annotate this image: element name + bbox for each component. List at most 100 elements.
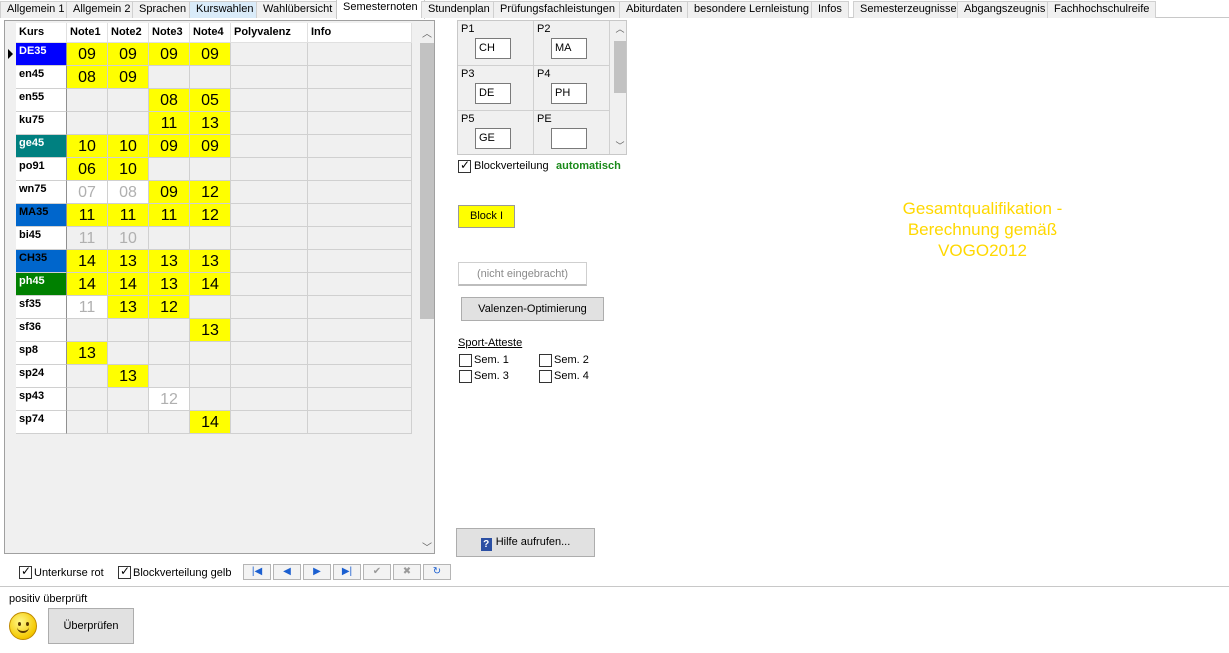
grade-cell-note2[interactable]: 11 <box>108 204 149 227</box>
p3-field[interactable]: DE <box>475 83 511 104</box>
grade-cell-note1[interactable]: 06 <box>67 158 108 181</box>
kurs-cell[interactable]: sf36 <box>16 319 67 342</box>
info-cell[interactable] <box>308 250 412 273</box>
grade-cell-note1[interactable] <box>67 411 108 434</box>
nav-last-button[interactable]: ▶| <box>333 564 361 580</box>
grade-cell-note4[interactable]: 09 <box>190 135 231 158</box>
kurs-cell[interactable]: MA35 <box>16 204 67 227</box>
grade-cell-note3[interactable]: 08 <box>149 89 190 112</box>
grade-cell-note4[interactable] <box>190 158 231 181</box>
kurs-cell[interactable]: ku75 <box>16 112 67 135</box>
grade-cell-note2[interactable]: 13 <box>108 250 149 273</box>
polyvalenz-cell[interactable] <box>231 388 308 411</box>
polyvalenz-cell[interactable] <box>231 273 308 296</box>
tab-allgemein-2[interactable]: Allgemein 2 <box>66 1 138 18</box>
block-i-button[interactable]: Block I <box>458 205 515 228</box>
grade-cell-note2[interactable]: 10 <box>108 227 149 250</box>
grade-cell-note1[interactable]: 07 <box>67 181 108 204</box>
polyvalenz-cell[interactable] <box>231 411 308 434</box>
polyvalenz-cell[interactable] <box>231 342 308 365</box>
grade-cell-note1[interactable]: 14 <box>67 273 108 296</box>
info-cell[interactable] <box>308 411 412 434</box>
grade-cell-note4[interactable]: 09 <box>190 43 231 66</box>
grade-cell-note4[interactable] <box>190 342 231 365</box>
info-cell[interactable] <box>308 204 412 227</box>
grade-cell-note4[interactable] <box>190 365 231 388</box>
grade-cell-note4[interactable]: 05 <box>190 89 231 112</box>
grade-cell-note2[interactable] <box>108 411 149 434</box>
pruefung-scroll-down-icon[interactable]: ﹀ <box>612 139 626 152</box>
polyvalenz-cell[interactable] <box>231 250 308 273</box>
tab-fachhochschulreife[interactable]: Fachhochschulreife <box>1047 1 1157 18</box>
grade-cell-note3[interactable] <box>149 227 190 250</box>
grade-cell-note3[interactable]: 12 <box>149 388 190 411</box>
grade-cell-note1[interactable]: 08 <box>67 66 108 89</box>
ueberpruefen-button[interactable]: Überprüfen <box>48 608 134 644</box>
info-cell[interactable] <box>308 227 412 250</box>
polyvalenz-cell[interactable] <box>231 181 308 204</box>
grade-cell-note3[interactable] <box>149 158 190 181</box>
p1-field[interactable]: CH <box>475 38 511 59</box>
kurs-cell[interactable]: ph45 <box>16 273 67 296</box>
tab-kurswahlen[interactable]: Kurswahlen <box>189 1 261 18</box>
kurs-cell[interactable]: CH35 <box>16 250 67 273</box>
grade-cell-note4[interactable] <box>190 66 231 89</box>
info-cell[interactable] <box>308 273 412 296</box>
grade-cell-note1[interactable]: 11 <box>67 296 108 319</box>
kurs-cell[interactable]: sp24 <box>16 365 67 388</box>
kurs-cell[interactable]: sp8 <box>16 342 67 365</box>
grade-cell-note4[interactable] <box>190 227 231 250</box>
nav-prev-button[interactable]: ◀ <box>273 564 301 580</box>
grade-cell-note1[interactable] <box>67 365 108 388</box>
valenzen-optimierung-button[interactable]: Valenzen-Optimierung <box>461 297 604 321</box>
kurs-cell[interactable]: bi45 <box>16 227 67 250</box>
info-cell[interactable] <box>308 365 412 388</box>
tab-allgemein-1[interactable]: Allgemein 1 <box>0 1 72 18</box>
info-cell[interactable] <box>308 296 412 319</box>
blockverteilung-gelb-checkbox[interactable] <box>118 564 131 579</box>
grade-cell-note1[interactable] <box>67 319 108 342</box>
grades-grid[interactable]: Kurs Note1 Note2 Note3 Note4 Polyvalenz … <box>4 20 435 554</box>
sport-sem4-checkbox[interactable] <box>539 370 552 383</box>
kurs-cell[interactable]: DE35 <box>16 43 67 66</box>
grade-cell-note2[interactable]: 08 <box>108 181 149 204</box>
grade-cell-note4[interactable]: 12 <box>190 204 231 227</box>
grade-cell-note1[interactable]: 13 <box>67 342 108 365</box>
grade-cell-note2[interactable]: 13 <box>108 296 149 319</box>
grade-cell-note4[interactable]: 12 <box>190 181 231 204</box>
grade-cell-note2[interactable]: 14 <box>108 273 149 296</box>
info-cell[interactable] <box>308 342 412 365</box>
sport-sem2-checkbox[interactable] <box>539 354 552 367</box>
grade-cell-note3[interactable]: 09 <box>149 181 190 204</box>
info-cell[interactable] <box>308 181 412 204</box>
polyvalenz-cell[interactable] <box>231 112 308 135</box>
kurs-cell[interactable]: sp74 <box>16 411 67 434</box>
tab-semesternoten[interactable]: Semesternoten <box>336 0 425 19</box>
grade-cell-note4[interactable]: 14 <box>190 273 231 296</box>
grade-cell-note1[interactable] <box>67 89 108 112</box>
nav-post-button[interactable]: ✔ <box>363 564 391 580</box>
p2-field[interactable]: MA <box>551 38 587 59</box>
grade-cell-note2[interactable] <box>108 388 149 411</box>
grade-cell-note4[interactable] <box>190 388 231 411</box>
grade-cell-note4[interactable]: 14 <box>190 411 231 434</box>
scroll-up-icon[interactable]: ︿ <box>419 25 434 40</box>
grade-cell-note2[interactable]: 09 <box>108 43 149 66</box>
grade-cell-note1[interactable]: 09 <box>67 43 108 66</box>
grade-cell-note4[interactable]: 13 <box>190 250 231 273</box>
kurs-cell[interactable]: ge45 <box>16 135 67 158</box>
polyvalenz-cell[interactable] <box>231 43 308 66</box>
kurs-cell[interactable]: sp43 <box>16 388 67 411</box>
sport-sem3-checkbox[interactable] <box>459 370 472 383</box>
blockverteilung-checkbox[interactable] <box>458 158 471 173</box>
grade-cell-note4[interactable]: 13 <box>190 319 231 342</box>
polyvalenz-cell[interactable] <box>231 227 308 250</box>
tab-pruefungsfachleistungen[interactable]: Prüfungsfachleistungen <box>493 1 622 18</box>
grade-cell-note2[interactable] <box>108 319 149 342</box>
grade-cell-note4[interactable]: 13 <box>190 112 231 135</box>
info-cell[interactable] <box>308 43 412 66</box>
grade-cell-note2[interactable] <box>108 112 149 135</box>
info-cell[interactable] <box>308 158 412 181</box>
grade-cell-note2[interactable]: 10 <box>108 135 149 158</box>
pruefung-scroll-thumb[interactable] <box>614 41 626 93</box>
